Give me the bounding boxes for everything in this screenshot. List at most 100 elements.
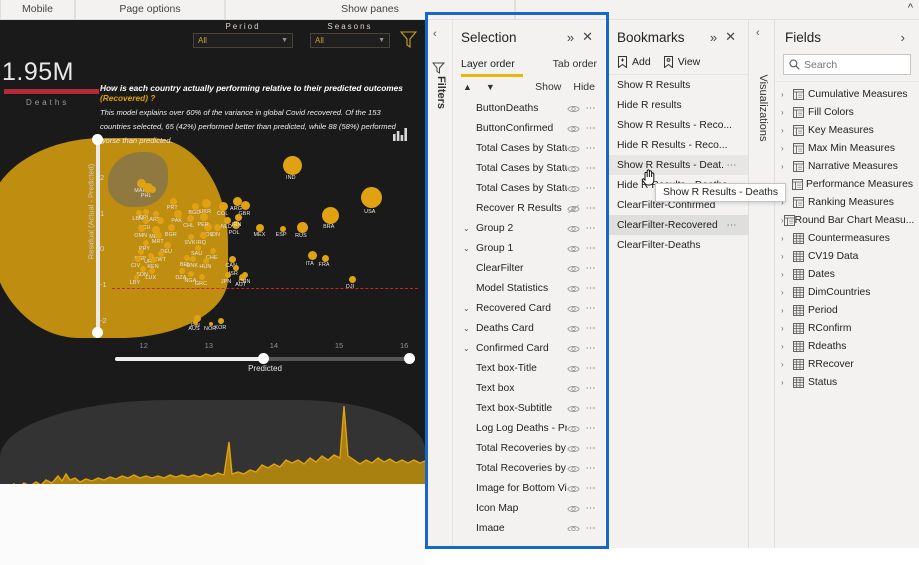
layer-item[interactable]: ClearFilter ⋯ — [453, 259, 605, 279]
layer-item[interactable]: Total Recoveries by D... ⋯ — [453, 459, 605, 479]
scatter-bubble[interactable] — [198, 274, 205, 281]
layer-more-options-icon[interactable]: ⋯ — [583, 263, 599, 274]
scatter-bubble[interactable] — [153, 210, 160, 217]
filters-rail[interactable]: ‹ Filters — [425, 20, 453, 548]
scatter-bubble[interactable] — [142, 239, 149, 246]
scatter-bubble[interactable] — [256, 223, 265, 232]
residual-scatter-chart[interactable]: Residual (Actual - Predicted) -2-10123 1… — [87, 135, 418, 350]
scatter-bubble[interactable] — [192, 320, 198, 325]
layer-item[interactable]: Image ⋯ — [453, 519, 605, 531]
chevron-up-icon[interactable]: ^ — [908, 3, 913, 14]
scatter-bubble[interactable] — [188, 271, 195, 278]
scatter-bubble[interactable] — [321, 206, 339, 224]
layer-more-options-icon[interactable]: ⋯ — [583, 163, 599, 174]
scatter-bubble[interactable] — [240, 201, 250, 211]
scatter-bubble[interactable] — [224, 272, 231, 278]
chevron-down-icon[interactable]: ⌄ — [463, 244, 476, 253]
bookmark-item[interactable]: Hide R Results - Reco... — [609, 135, 748, 155]
scatter-bubble[interactable] — [203, 257, 210, 264]
chevron-right-icon[interactable]: › — [781, 162, 793, 171]
eye-visible-icon[interactable] — [567, 404, 583, 414]
arrow-up-icon[interactable]: ▲ — [463, 82, 472, 92]
eye-visible-icon[interactable] — [567, 304, 583, 314]
bookmark-item[interactable]: Show R Results - Deat... ⋯ — [609, 155, 748, 175]
scatter-bubble[interactable] — [188, 233, 195, 240]
scatter-bubble[interactable] — [157, 216, 165, 224]
field-item[interactable]: › RRecover — [775, 355, 919, 373]
chevron-left-icon[interactable]: ‹ — [433, 28, 437, 40]
hide-all-button[interactable]: Hide — [573, 81, 595, 93]
double-chevron-right-icon[interactable]: » — [706, 30, 721, 45]
field-item[interactable]: › Key Measures — [775, 121, 919, 139]
field-item[interactable]: › Fill Colors — [775, 103, 919, 121]
close-icon[interactable]: ✕ — [578, 29, 597, 45]
scatter-bubble[interactable] — [224, 216, 232, 224]
layer-more-options-icon[interactable]: ⋯ — [583, 463, 599, 474]
scatter-bubble[interactable] — [155, 231, 163, 239]
scatter-bubble[interactable] — [134, 274, 140, 280]
field-item[interactable]: › Ranking Measures — [775, 193, 919, 211]
tab-layer-order[interactable]: Layer order — [461, 56, 515, 74]
scatter-bubble[interactable] — [148, 185, 156, 193]
eye-visible-icon[interactable] — [567, 104, 583, 114]
layer-more-options-icon[interactable]: ⋯ — [583, 203, 599, 214]
eye-visible-icon[interactable] — [567, 444, 583, 454]
ribbon-group-page-options[interactable]: Page options — [75, 0, 225, 19]
eye-visible-icon[interactable] — [567, 324, 583, 334]
scatter-bubble[interactable] — [157, 250, 164, 257]
visualizations-rail[interactable]: ‹ Visualizations — [749, 20, 775, 548]
bookmark-item[interactable]: ClearFilter-Deaths — [609, 235, 748, 255]
layer-more-options-icon[interactable]: ⋯ — [583, 183, 599, 194]
layer-item[interactable]: ButtonConfirmed ⋯ — [453, 119, 605, 139]
eye-visible-icon[interactable] — [567, 164, 583, 174]
eye-visible-icon[interactable] — [567, 184, 583, 194]
scatter-bubble[interactable] — [149, 268, 156, 275]
layer-more-options-icon[interactable]: ⋯ — [583, 123, 599, 134]
layer-item[interactable]: Total Cases by Status ... ⋯ — [453, 179, 605, 199]
vertical-slider-knob-top[interactable] — [92, 134, 103, 145]
scatter-bubble[interactable] — [283, 155, 303, 175]
predicted-slider-knob-right[interactable] — [404, 353, 415, 364]
field-item[interactable]: › Narrative Measures — [775, 157, 919, 175]
scatter-bubble[interactable] — [213, 224, 221, 232]
chevron-down-icon[interactable]: ⌄ — [463, 224, 476, 233]
scatter-bubble[interactable] — [279, 225, 286, 232]
layer-item[interactable]: Text box-Subtitle ⋯ — [453, 399, 605, 419]
chevron-down-icon[interactable]: ⌄ — [463, 324, 476, 333]
layer-item[interactable]: ⌄ Recovered Card ⋯ — [453, 299, 605, 319]
field-item[interactable]: › Status — [775, 373, 919, 391]
field-item[interactable]: › Cumulative Measures — [775, 85, 919, 103]
chevron-right-icon[interactable]: › — [781, 108, 793, 117]
layer-order-list[interactable]: ButtonDeaths ⋯ ButtonConfirmed ⋯ Total Cases… — [453, 99, 605, 531]
layer-item[interactable]: Total Cases by Status ... ⋯ — [453, 159, 605, 179]
chevron-right-icon[interactable]: › — [781, 126, 793, 135]
chevron-right-icon[interactable]: › — [781, 90, 793, 99]
report-canvas[interactable]: Period All ▼ Seasons All ▼ 1.95M Deaths … — [0, 20, 425, 484]
eye-visible-icon[interactable] — [567, 504, 583, 514]
scatter-bubble[interactable] — [349, 276, 357, 284]
scatter-bubble[interactable] — [200, 213, 209, 222]
scatter-bubble[interactable] — [191, 202, 199, 210]
eye-visible-icon[interactable] — [567, 484, 583, 494]
eye-visible-icon[interactable] — [567, 144, 583, 154]
layer-item[interactable]: ⌄ Group 1 ⋯ — [453, 239, 605, 259]
chevron-right-icon[interactable]: › — [781, 270, 793, 279]
scatter-bubble[interactable] — [183, 255, 190, 262]
layer-item[interactable]: Recover R Results ⋯ — [453, 199, 605, 219]
chevron-right-icon[interactable]: › — [897, 30, 909, 45]
eye-visible-icon[interactable] — [567, 364, 583, 374]
scatter-bubble[interactable] — [218, 318, 225, 325]
layer-more-options-icon[interactable]: ⋯ — [583, 223, 599, 234]
bookmark-item[interactable]: Show R Results — [609, 75, 748, 95]
layer-item[interactable]: ButtonDeaths ⋯ — [453, 99, 605, 119]
close-icon[interactable]: ✕ — [721, 29, 740, 45]
layer-item[interactable]: ⌄ Group 2 ⋯ — [453, 219, 605, 239]
scatter-bubble[interactable] — [235, 214, 243, 222]
slicer-period[interactable]: Period All ▼ — [193, 22, 293, 48]
scatter-bubble[interactable] — [219, 201, 229, 211]
field-item[interactable]: › RConfirm — [775, 319, 919, 337]
predicted-range-slider[interactable] — [115, 353, 415, 364]
layer-more-options-icon[interactable]: ⋯ — [583, 443, 599, 454]
layer-more-options-icon[interactable]: ⋯ — [583, 103, 599, 114]
eye-visible-icon[interactable] — [567, 524, 583, 531]
